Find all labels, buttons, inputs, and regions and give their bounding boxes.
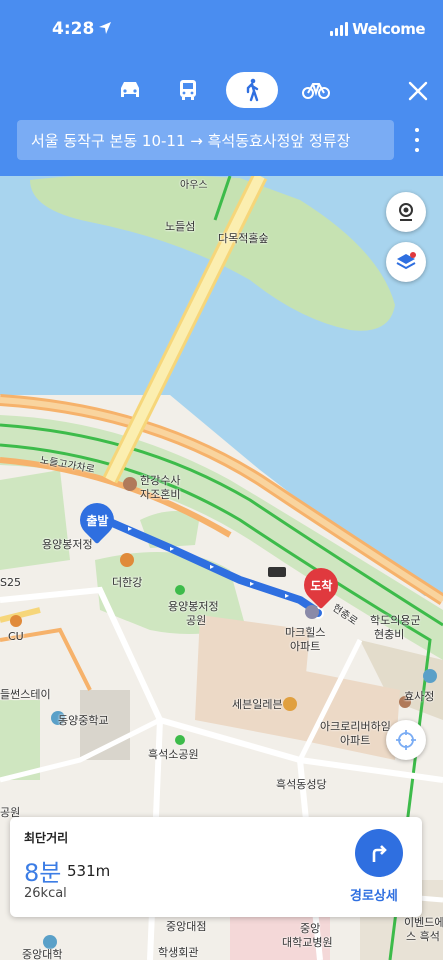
- status-right: Welcome: [330, 20, 425, 38]
- map-label-hospital2: 대학교병원: [282, 936, 333, 949]
- start-pin-marker: 출발: [72, 495, 122, 545]
- end-pin-label: 도착: [309, 578, 333, 593]
- start-pin[interactable]: 출발: [72, 495, 122, 545]
- route-summary-card[interactable]: 최단거리 8분 531m 26kcal 경로상세: [10, 817, 422, 917]
- svg-text:▸: ▸: [170, 544, 174, 553]
- signal-icon: [330, 22, 349, 36]
- map-label-yongyangbong: 용양봉저정: [42, 538, 93, 551]
- route-header: 4:28 Welcome 서울 동작구 본동 10-11 → 흑석동효사정앞 정…: [0, 0, 443, 176]
- map-label-damokjeok: 다목적홀숲: [218, 232, 269, 245]
- map-label-markhills-apt: 아파트: [290, 640, 321, 653]
- transport-mode-tabs: [110, 70, 336, 110]
- status-time: 4:28: [52, 19, 95, 39]
- map-label-heukseok-church: 흑석동성당: [276, 778, 327, 791]
- location-arrow-icon: [99, 22, 111, 34]
- turn-right-arrow-icon: [372, 845, 387, 862]
- route-calories: 26kcal: [24, 886, 67, 901]
- map-label-deo-hangang: 더한강: [112, 576, 143, 589]
- svg-text:▸: ▸: [285, 591, 289, 600]
- map-label-acro-apt: 아파트: [340, 734, 371, 747]
- tab-transit[interactable]: [168, 70, 208, 110]
- map-label-noduleseom: 노들섬: [165, 220, 196, 233]
- svg-text:▸: ▸: [250, 579, 254, 588]
- route-distance: 531m: [67, 862, 111, 880]
- car-icon: [121, 82, 139, 97]
- map-label-univ-bottom: 중앙대학: [22, 948, 63, 960]
- map-layers-button[interactable]: [386, 242, 426, 282]
- crosshair-icon: [396, 730, 416, 750]
- map-label-ibd2: 스 흑석: [406, 930, 440, 943]
- map-label-park2: 공원: [186, 614, 207, 627]
- route-type-label: 최단거리: [24, 831, 69, 845]
- close-icon[interactable]: [405, 78, 431, 104]
- svg-text:▸: ▸: [210, 562, 214, 571]
- map-label-seven-eleven: 세븐일레븐: [232, 698, 283, 711]
- carrier-name: Welcome: [352, 20, 425, 38]
- tab-walk[interactable]: [226, 72, 278, 108]
- street-view-icon: [399, 203, 413, 221]
- my-location-button[interactable]: [386, 720, 426, 760]
- tab-bike[interactable]: [296, 70, 336, 110]
- map-label-stay: 들썬스테이: [0, 688, 51, 701]
- route-detail-button[interactable]: [355, 829, 403, 877]
- svg-text:▸: ▸: [128, 524, 132, 533]
- map-label-gs25: S25: [0, 576, 21, 589]
- layers-icon: [396, 252, 416, 270]
- map-label-junang: 중앙대점: [166, 920, 207, 933]
- street-view-button[interactable]: [386, 192, 426, 232]
- map-label-dongyang: 동양중학교: [58, 714, 109, 727]
- walk-icon: [246, 78, 259, 102]
- tab-car[interactable]: [110, 70, 150, 110]
- route-detail-label[interactable]: 경로상세: [350, 885, 398, 904]
- map-label-heukseok-park: 흑석소공원: [148, 748, 199, 761]
- end-pin-marker: 도착: [296, 560, 346, 610]
- start-pin-label: 출발: [85, 513, 109, 528]
- bus-icon: [180, 80, 196, 100]
- end-pin[interactable]: 도착: [296, 560, 346, 610]
- map-label-cu: CU: [8, 630, 24, 643]
- map-label-arts: 아우스: [180, 180, 208, 191]
- route-text: 서울 동작구 본동 10-11 → 흑석동효사정앞 정류장: [31, 131, 351, 150]
- route-duration: 8분: [24, 859, 62, 887]
- map-label-hakdo-monument: 현충비: [374, 628, 405, 641]
- more-options-icon[interactable]: [412, 128, 422, 152]
- map-label-student-hall: 학생회관: [158, 946, 199, 959]
- map-label-hyosajeong: 효사정: [404, 690, 435, 703]
- route-summary-field[interactable]: 서울 동작구 본동 10-11 → 흑석동효사정앞 정류장: [17, 120, 394, 160]
- bike-icon: [302, 83, 330, 99]
- map-label-jachonbi: 자조혼비: [140, 488, 181, 501]
